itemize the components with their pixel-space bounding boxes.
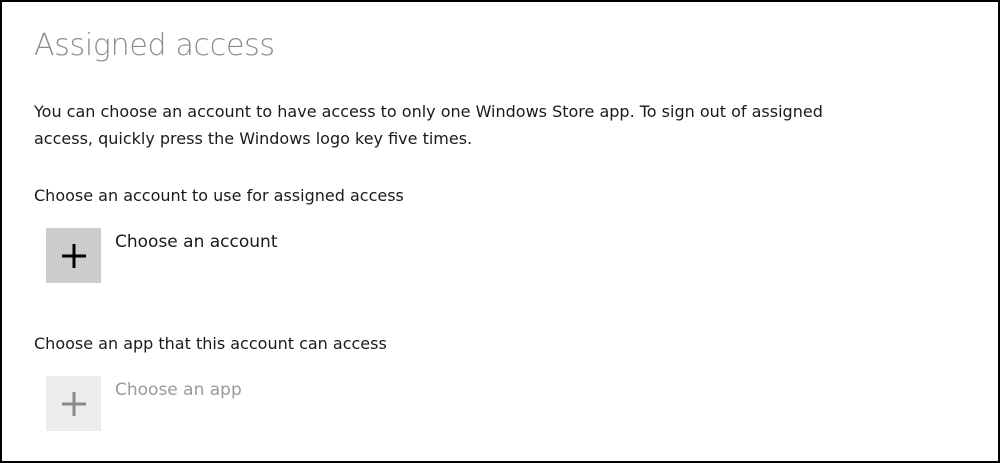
settings-page: Assigned access You can choose an accoun… [2, 2, 998, 461]
choose-account-tile[interactable] [46, 228, 101, 283]
page-description: You can choose an account to have access… [34, 102, 823, 148]
choose-app-button[interactable]: Choose an app [46, 376, 242, 431]
choose-app-tile[interactable] [46, 376, 101, 431]
plus-icon [61, 391, 86, 416]
page-title: Assigned access [34, 28, 275, 63]
choose-account-label: Choose an account [115, 232, 278, 252]
app-section-label: Choose an app that this account can acce… [34, 334, 387, 353]
choose-app-label: Choose an app [115, 380, 242, 400]
choose-account-button[interactable]: Choose an account [46, 228, 278, 283]
plus-icon [61, 243, 86, 268]
account-section-label: Choose an account to use for assigned ac… [34, 186, 404, 205]
